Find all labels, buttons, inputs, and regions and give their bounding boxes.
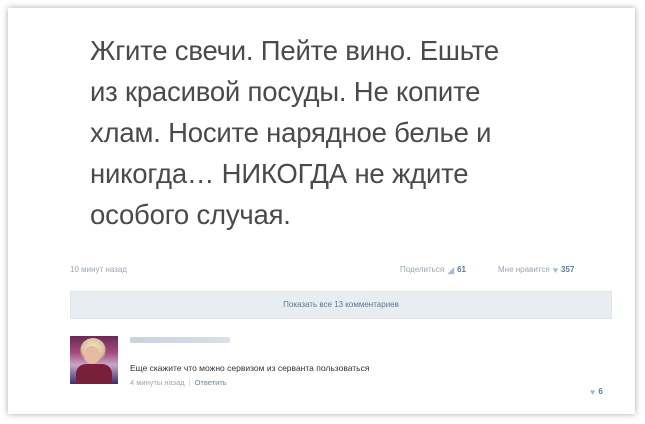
like-button[interactable]: Мне нравится ♥ 357 <box>498 265 574 274</box>
megaphone-icon: ◢ <box>447 264 455 275</box>
reply-button[interactable]: Ответить <box>195 378 227 387</box>
share-button[interactable]: Поделиться ◢ 61 <box>400 265 466 274</box>
comment-meta: 4 минуты назад | Ответить <box>130 378 227 387</box>
author-name-redacted[interactable] <box>130 337 230 343</box>
comment-timestamp[interactable]: 4 минуты назад <box>130 378 185 387</box>
comment-like-button[interactable]: ♥ 6 <box>590 387 603 396</box>
post-text-line: никогда… НИКОГДА не ждите <box>90 158 469 189</box>
show-all-comments-button[interactable]: Показать все 13 комментариев <box>70 291 612 319</box>
post-timestamp[interactable]: 10 минут назад <box>70 265 127 274</box>
share-count: 61 <box>457 265 467 274</box>
heart-icon: ♥ <box>552 264 559 275</box>
post-text-line: из красивой посуды. Не копите <box>90 76 481 107</box>
comment-text: Еще скажите что можно сервизом из серван… <box>130 363 370 373</box>
like-label: Мне нравится <box>498 265 550 274</box>
heart-icon: ♥ <box>590 386 596 397</box>
post-text-line: хлам. Носите нарядное белье и <box>90 117 492 148</box>
post-card: Жгите свечи. Пейте вино. Ешьте из красив… <box>8 8 635 414</box>
post-text: Жгите свечи. Пейте вино. Ешьте из красив… <box>90 30 590 235</box>
comment-like-count: 6 <box>598 387 603 396</box>
like-count: 357 <box>561 265 575 274</box>
share-label: Поделиться <box>400 265 445 274</box>
avatar[interactable] <box>70 336 118 384</box>
comment: Еще скажите что можно сервизом из серван… <box>70 330 612 396</box>
separator: | <box>188 378 191 387</box>
avatar-body <box>76 364 112 384</box>
post-meta: 10 минут назад Поделиться ◢ 61 Мне нрави… <box>70 265 610 279</box>
post-text-line: особого случая. <box>90 199 291 230</box>
post-text-line: Жгите свечи. Пейте вино. Ешьте <box>90 35 499 66</box>
avatar-face <box>84 346 100 364</box>
